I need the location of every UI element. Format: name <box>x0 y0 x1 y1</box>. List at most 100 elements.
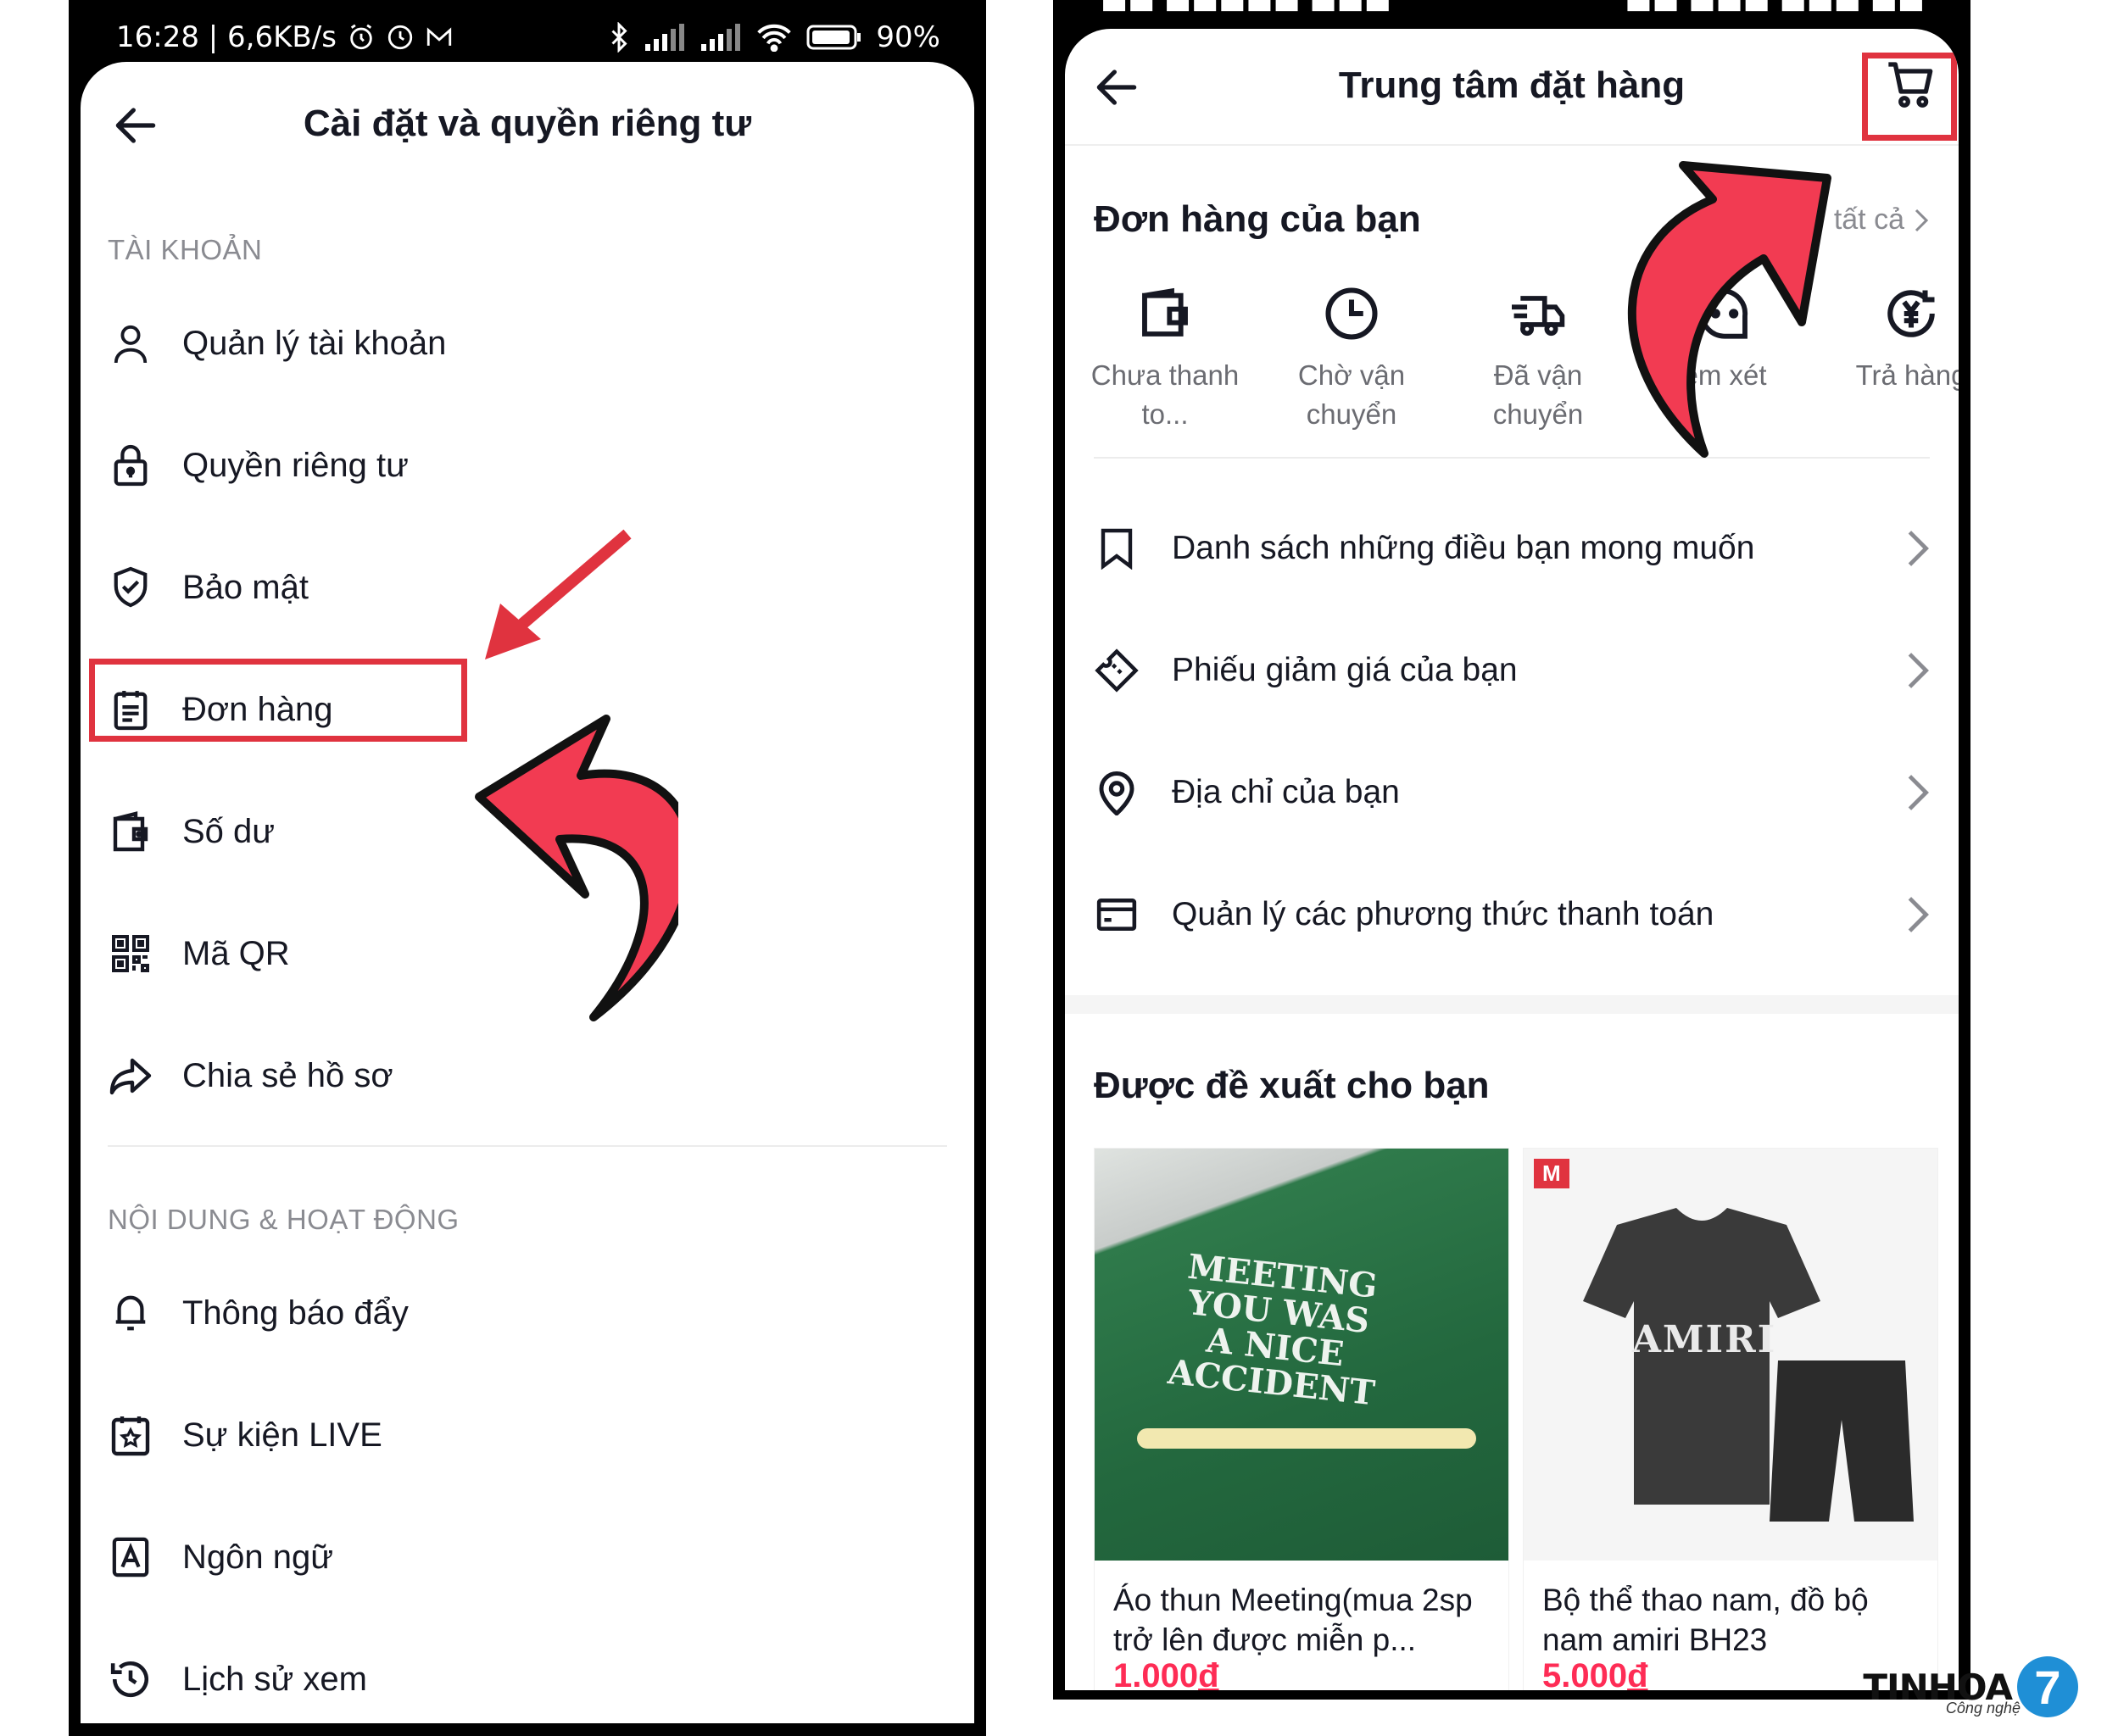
bookmark-icon <box>1094 526 1140 571</box>
section-gap <box>1065 995 1959 1014</box>
status-label: Chờ vận chuyển <box>1297 359 1406 430</box>
your-orders-title: Đơn hàng của bạn <box>1094 198 1421 240</box>
list-item-label: Địa chỉ của bạn <box>1172 774 1400 810</box>
battery-icon <box>806 25 861 50</box>
list-item-coupons[interactable]: Phiếu giảm giá của bạn <box>1094 628 1933 713</box>
chevron-right-icon <box>1908 531 1929 566</box>
chevron-right-icon <box>1908 897 1929 932</box>
list-item-wishlist[interactable]: Danh sách những điều bạn mong muốn <box>1094 506 1933 591</box>
shirt-print-text: AMIRI <box>1631 1318 1777 1361</box>
menu-item-label: Lịch sử xem <box>182 1660 367 1698</box>
status-bar-clipped: ■■ ■■■■■ ■■■■■ ■■■ ■■■ ■■ <box>1053 0 1970 29</box>
product-price: 5.000đ <box>1542 1657 1648 1690</box>
list-item-label: Danh sách những điều bạn mong muốn <box>1172 530 1755 566</box>
menu-item-language[interactable]: Ngôn ngữ <box>108 1515 947 1600</box>
price-currency: đ <box>1198 1657 1219 1690</box>
menu-item-label: Ngôn ngữ <box>182 1538 334 1576</box>
logo-number-badge: 7 <box>2017 1656 2078 1717</box>
status-label: Đã vận chuyển <box>1492 359 1584 430</box>
menu-item-live-events[interactable]: Sự kiện LIVE <box>108 1393 947 1477</box>
status-shipped[interactable]: Đã vận chuyển <box>1445 283 1631 433</box>
language-icon <box>108 1534 153 1580</box>
card-icon <box>1094 892 1140 938</box>
status-awaiting-payment[interactable]: Chưa thanh to... <box>1072 283 1258 433</box>
wallet-icon <box>1134 283 1196 344</box>
menu-item-label: Bảo mật <box>182 568 309 606</box>
list-item-label: Quản lý các phương thức thanh toán <box>1172 896 1714 932</box>
shirt-print-text: MEETING YOU WAS A NICE ACCIDENT <box>1166 1246 1380 1414</box>
wifi-icon <box>757 24 792 52</box>
product-price: 1.000đ <box>1113 1657 1219 1690</box>
menu-item-label: Mã QR <box>182 934 290 972</box>
big-curved-arrow-right <box>1627 161 1831 458</box>
shirt-stripe <box>1137 1428 1476 1449</box>
status-awaiting-shipment[interactable]: Chờ vận chuyển <box>1258 283 1445 433</box>
shield-icon <box>108 565 153 610</box>
signal-icon-2 <box>701 24 741 51</box>
brand-tag: M <box>1534 1159 1569 1188</box>
price-currency: đ <box>1627 1657 1648 1690</box>
signal-icon <box>645 24 685 51</box>
menu-item-push-notifications[interactable]: Thông báo đẩy <box>108 1271 947 1355</box>
menu-item-label: Sự kiện LIVE <box>182 1416 382 1454</box>
menu-item-label: Thông báo đẩy <box>182 1294 409 1332</box>
menu-item-label: Chia sẻ hồ sơ <box>182 1056 393 1094</box>
product-card[interactable]: M AMIRI Bộ thể thao nam, đồ bộ nam amiri… <box>1523 1148 1938 1690</box>
menu-item-label: Quản lý tài khoản <box>182 324 447 362</box>
menu-item-share-profile[interactable]: Chia sẻ hồ sơ <box>108 1033 947 1118</box>
price-value: 1.000 <box>1113 1657 1199 1690</box>
order-list-icon <box>108 687 153 732</box>
truck-icon <box>1508 283 1569 344</box>
order-center-header: Trung tâm đặt hàng <box>1065 29 1959 146</box>
list-item-label: Phiếu giảm giá của bạn <box>1172 652 1518 688</box>
product-image: M AMIRI <box>1524 1149 1937 1561</box>
product-name: Bộ thể thao nam, đồ bộ nam amiri BH23 <box>1542 1583 1869 1657</box>
logo-subtitle: Công nghệ <box>1945 1700 2021 1717</box>
history-icon <box>108 1656 153 1702</box>
clock-status-icon <box>387 25 413 50</box>
big-curved-arrow <box>475 715 678 1021</box>
chevron-right-icon <box>1908 653 1929 688</box>
menu-item-label: Đơn hàng <box>182 690 333 728</box>
cart-icon[interactable] <box>1884 58 1938 112</box>
wallet-icon <box>108 809 153 854</box>
refund-icon <box>1881 283 1942 344</box>
clock-icon <box>1321 283 1382 344</box>
settings-header: Cài đặt và quyền riêng tư <box>81 62 974 172</box>
chevron-right-icon <box>1908 775 1929 810</box>
alarm-icon <box>350 24 372 50</box>
recommended-title: Được đề xuất cho bạn <box>1094 1065 1490 1106</box>
menu-item-label: Số dư <box>182 812 276 850</box>
list-item-addresses[interactable]: Địa chỉ của bạn <box>1094 750 1933 835</box>
thin-pointer-arrow <box>485 529 632 659</box>
menu-item-account-management[interactable]: Quản lý tài khoản <box>108 301 947 386</box>
location-icon <box>1094 770 1140 815</box>
menu-item-label: Quyền riêng tư <box>182 446 409 484</box>
section-content-title: NỘI DUNG & HOẠT ĐỘNG <box>108 1204 460 1235</box>
price-value: 5.000 <box>1542 1657 1628 1690</box>
product-image: MEETING YOU WAS A NICE ACCIDENT <box>1095 1149 1508 1561</box>
status-label: Chưa thanh to... <box>1090 359 1240 430</box>
share-icon <box>108 1053 153 1099</box>
menu-item-privacy[interactable]: Quyền riêng tư <box>108 423 947 508</box>
section-divider <box>108 1145 947 1147</box>
tshirt-shorts-illustration <box>1583 1208 1914 1522</box>
page-title: Cài đặt và quyền riêng tư <box>303 103 752 144</box>
section-account-title: TÀI KHOẢN <box>108 234 263 265</box>
bluetooth-icon <box>611 22 628 53</box>
product-name: Áo thun Meeting(mua 2sp trở lên được miễ… <box>1113 1583 1473 1657</box>
coupon-icon <box>1094 648 1140 693</box>
lock-icon <box>108 442 153 488</box>
person-icon <box>108 320 153 366</box>
page-title: Trung tâm đặt hàng <box>1338 64 1686 106</box>
mail-icon <box>426 27 452 46</box>
battery-level: 90% <box>876 20 940 54</box>
menu-item-watch-history[interactable]: Lịch sử xem <box>108 1637 947 1722</box>
qr-code-icon <box>108 931 153 976</box>
watermark-logo: TINHOA 7 Công nghệ <box>1863 1656 2078 1717</box>
bell-icon <box>108 1290 153 1336</box>
product-card[interactable]: MEETING YOU WAS A NICE ACCIDENT Áo thun … <box>1094 1148 1509 1690</box>
chevron-right-icon <box>1915 209 1929 231</box>
calendar-star-icon <box>108 1412 153 1458</box>
list-item-payment-methods[interactable]: Quản lý các phương thức thanh toán <box>1094 872 1933 957</box>
